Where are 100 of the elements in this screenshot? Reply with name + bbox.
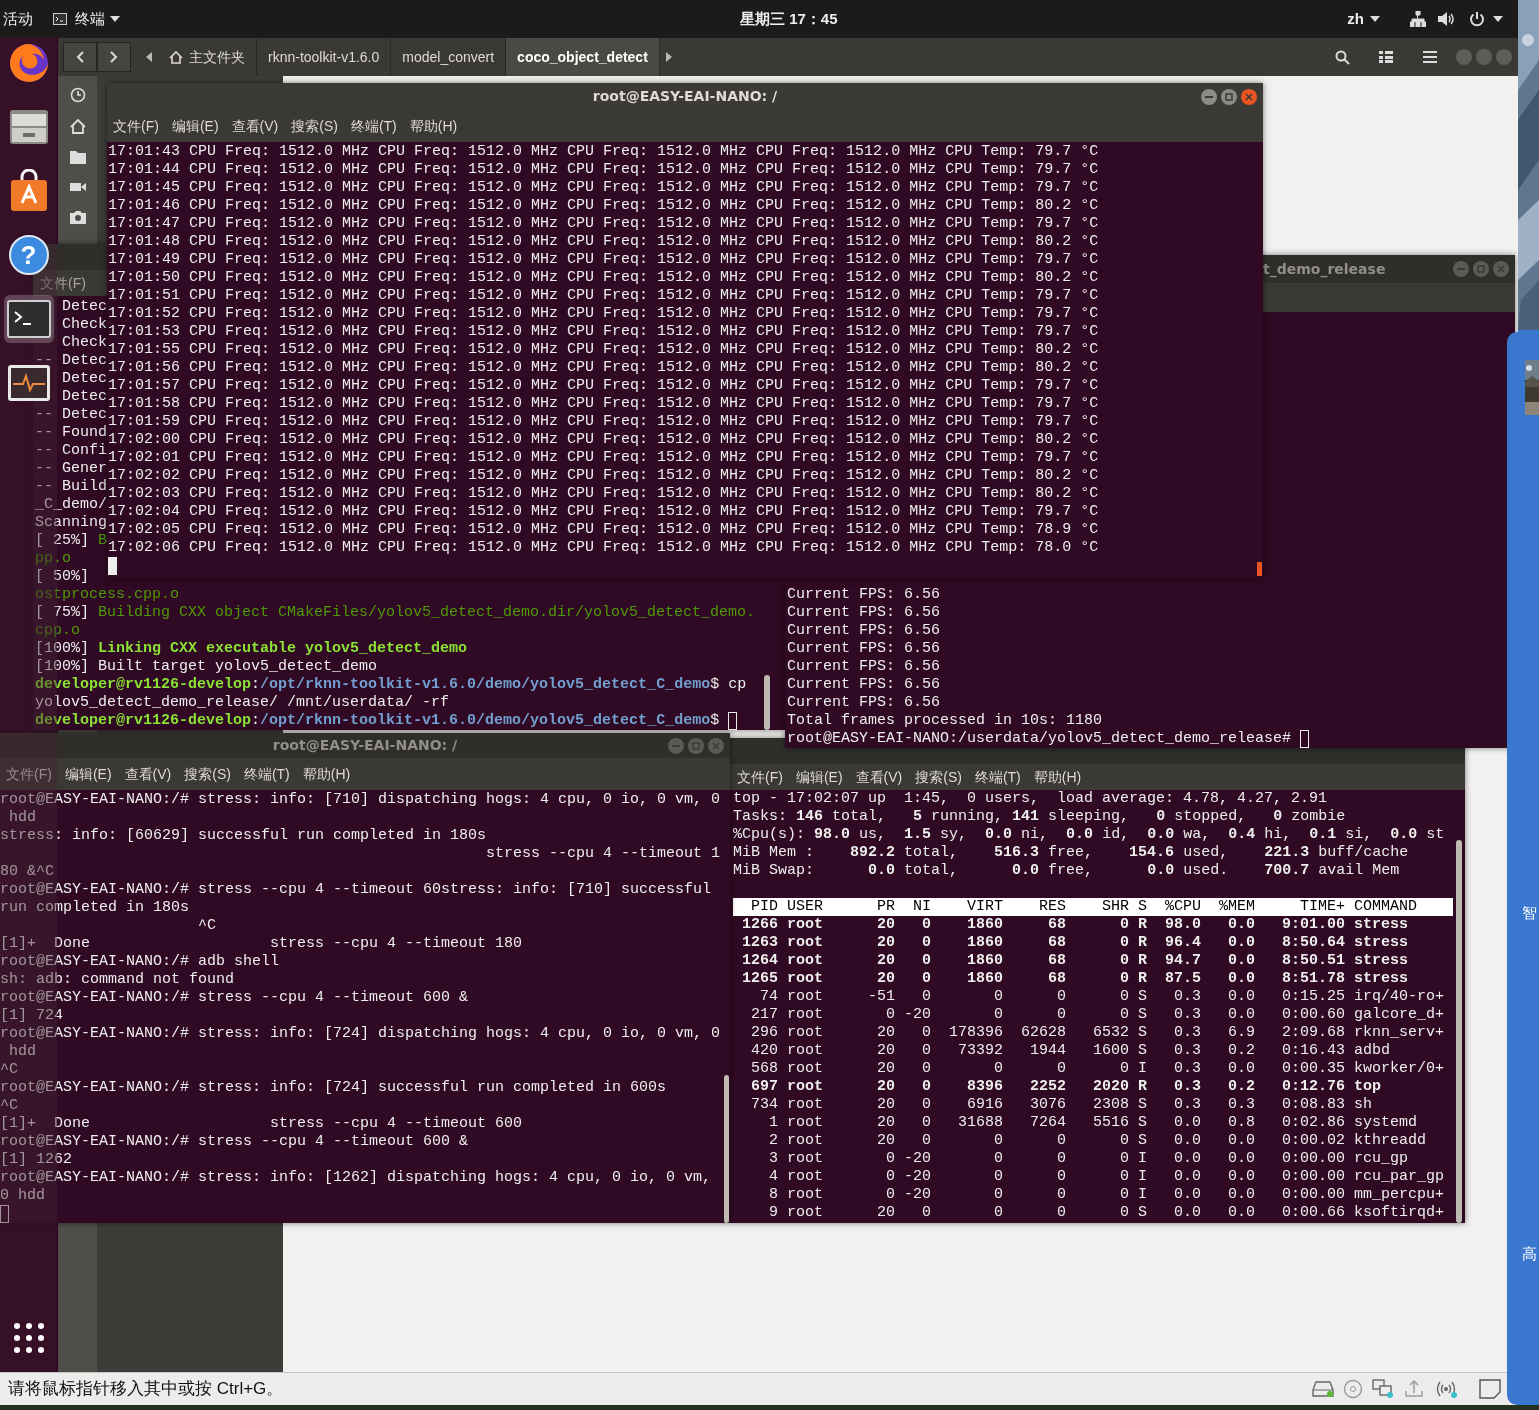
camera-icon[interactable] xyxy=(69,210,86,224)
scrollbar-thumb[interactable] xyxy=(724,1075,729,1223)
menu-item[interactable]: 文件(F) xyxy=(737,766,783,788)
terminal-line: sh: adb: command not found xyxy=(0,971,235,989)
table-cell-text: 0.3 xyxy=(1173,1042,1201,1060)
caret-icon[interactable] xyxy=(110,16,120,22)
table-cell-text: 0 xyxy=(921,1114,931,1132)
menu-item[interactable]: 查看(V) xyxy=(855,766,903,788)
clock[interactable]: 星期三 17：45 xyxy=(740,7,838,31)
table-cell-text: 2020 xyxy=(1092,1078,1129,1096)
menu-item[interactable]: 编辑(E) xyxy=(64,763,112,785)
table-cell-text: 1860 xyxy=(966,952,1003,970)
table-cell: S xyxy=(1138,1096,1147,1114)
clock-icon[interactable] xyxy=(69,87,86,103)
hard-drive-icon[interactable] xyxy=(1312,1380,1334,1398)
scrollbar-thumb[interactable] xyxy=(764,675,770,730)
table-cell-text: root xyxy=(787,1150,824,1168)
table-cell-text: 0 xyxy=(1056,1168,1066,1186)
menu-item[interactable]: 编辑(E) xyxy=(795,766,843,788)
menu-item[interactable]: 终端(T) xyxy=(243,763,290,785)
table-cell-text: 73392 xyxy=(957,1042,1003,1060)
table-cell-text: 98.0 xyxy=(1164,916,1201,934)
table-cell-text: 8:50.51 xyxy=(1281,952,1345,970)
menu-item[interactable]: 帮助(H) xyxy=(409,115,458,137)
panel-label: 高 xyxy=(1522,1243,1538,1264)
table-cell: irq/40-ro+ xyxy=(1354,988,1444,1006)
power-icon[interactable] xyxy=(1469,11,1485,27)
table-cell-text: 0 xyxy=(885,1186,895,1204)
table-cell-text: 68 xyxy=(1047,970,1066,988)
table-cell-text: 20 xyxy=(876,1096,895,1114)
minimize-button[interactable] xyxy=(1201,88,1217,105)
terminal-line: Current FPS: 6.56 xyxy=(787,640,941,658)
table-cell-text: 87.5 xyxy=(1164,970,1201,988)
terminal-line: 17:01:44 CPU Freq: 1512.0 MHz CPU Freq: 1512.0 MHz CPU Freq: 1512.0 MHz CPU Freq: 1512.0 MHz CPU Temp: 79.7 °C xyxy=(108,161,1099,179)
table-cell-text: 0 xyxy=(885,1150,895,1168)
signal-waves-icon[interactable] xyxy=(1434,1379,1458,1399)
table-cell-text: 0 xyxy=(1119,1006,1129,1024)
terminal-line: [100%] Linking CXX executable yolov5_detect_demo xyxy=(35,640,468,658)
terminal-line: -- Detec xyxy=(35,406,107,424)
terminal-line: root@EASY-EAI-NANO:/# stress: info: [1262] dispatching hogs: 4 cpu, 0 io, 0 vm, xyxy=(0,1169,712,1187)
note-icon[interactable] xyxy=(1479,1379,1501,1399)
menu-item[interactable]: 查看(V) xyxy=(124,763,172,785)
menu-item[interactable]: 查看(V) xyxy=(231,115,279,137)
scrollbar-thumb[interactable] xyxy=(1257,562,1262,576)
table-cell-text: root xyxy=(787,1006,824,1024)
menu-item[interactable]: 搜索(S) xyxy=(184,763,231,785)
terminal-line: [ 75%] Building CXX object CMakeFiles/yolov5_detect_demo.dir/yolov5_detect_demo. xyxy=(35,604,756,622)
app-menu[interactable]: 终端 xyxy=(75,7,105,31)
video-camera-icon[interactable] xyxy=(69,180,86,194)
menu-item[interactable]: 终端(T) xyxy=(974,766,1021,788)
terminal-line: root@EASY-EAI-NANO:/# stress --cpu 4 --timeout 600 & xyxy=(0,1133,469,1151)
menu-item[interactable]: 文件(F) xyxy=(40,272,86,294)
terminal-line: 80 &^C xyxy=(0,863,54,881)
network-icon[interactable] xyxy=(1410,11,1426,27)
maximize-button[interactable] xyxy=(1221,88,1237,105)
table-cell-text: 0 xyxy=(1119,1060,1129,1078)
close-button[interactable] xyxy=(1241,88,1257,105)
menu-item[interactable]: 帮助(H) xyxy=(1033,766,1082,788)
table-cell-text: root xyxy=(787,1096,824,1114)
terminal-line: yolov5_detect_demo_release/ /mnt/userdata/ -rf xyxy=(35,694,450,712)
table-cell-text: 1263 xyxy=(741,934,778,952)
folder-icon[interactable] xyxy=(69,150,86,164)
menu-item[interactable]: 终端(T) xyxy=(350,115,397,137)
speaker-icon[interactable] xyxy=(1438,11,1455,27)
table-cell-text: 0.8 xyxy=(1227,1114,1255,1132)
menu-item[interactable]: 文件(F) xyxy=(113,115,159,137)
path-button[interactable]: coco_object_detect xyxy=(506,38,660,76)
terminal-line: root@EASY-EAI-NANO:/# stress --cpu 4 --timeout 600 & xyxy=(0,989,469,1007)
menu-item[interactable]: 搜索(S) xyxy=(915,766,962,788)
back-button[interactable] xyxy=(63,42,97,72)
caret-icon[interactable] xyxy=(1493,16,1503,22)
table-cell: S xyxy=(1138,1132,1147,1150)
menu-item[interactable]: 搜索(S) xyxy=(291,115,338,137)
terminal-line: ^C xyxy=(198,917,217,935)
table-cell-text: 2252 xyxy=(1029,1078,1066,1096)
menu-item[interactable]: 文件(F) xyxy=(6,763,52,785)
home-icon[interactable] xyxy=(69,119,86,134)
menu-item[interactable]: 帮助(H) xyxy=(302,763,351,785)
table-cell: R xyxy=(1138,934,1147,952)
terminal-line: Detec xyxy=(62,298,107,316)
table-cell-text: 0:16.43 xyxy=(1281,1042,1345,1060)
table-cell-text: 0:08.83 xyxy=(1281,1096,1345,1114)
triangle-left-icon xyxy=(146,52,152,62)
scrollbar-thumb[interactable] xyxy=(1456,840,1462,1223)
table-cell-text: root xyxy=(787,1024,824,1042)
table-cell-text: 0 xyxy=(921,1042,931,1060)
table-cell-text: 2 xyxy=(768,1132,778,1150)
activities-button[interactable]: 活动 xyxy=(3,7,33,31)
table-cell-text: root xyxy=(787,970,824,988)
menu-item[interactable]: 编辑(E) xyxy=(171,115,219,137)
forward-button[interactable] xyxy=(97,42,131,72)
terminal-line: [1]+ Done stress --cpu 4 --timeout 600 xyxy=(0,1115,523,1133)
terminal-line: top - 17:02:07 up 1:45, 0 users, load average: 4.78, 4.27, 2.91 xyxy=(733,790,1328,808)
table-cell-text: 0 xyxy=(993,1150,1003,1168)
table-cell-text: 0.3 xyxy=(1173,1006,1201,1024)
table-cell-text: 0 xyxy=(921,916,931,934)
table-cell-text: root xyxy=(787,1186,824,1204)
table-cell-text: 0 xyxy=(1119,1186,1129,1204)
caret-icon[interactable] xyxy=(1370,16,1380,22)
language-menu[interactable]: zh xyxy=(1347,7,1364,31)
